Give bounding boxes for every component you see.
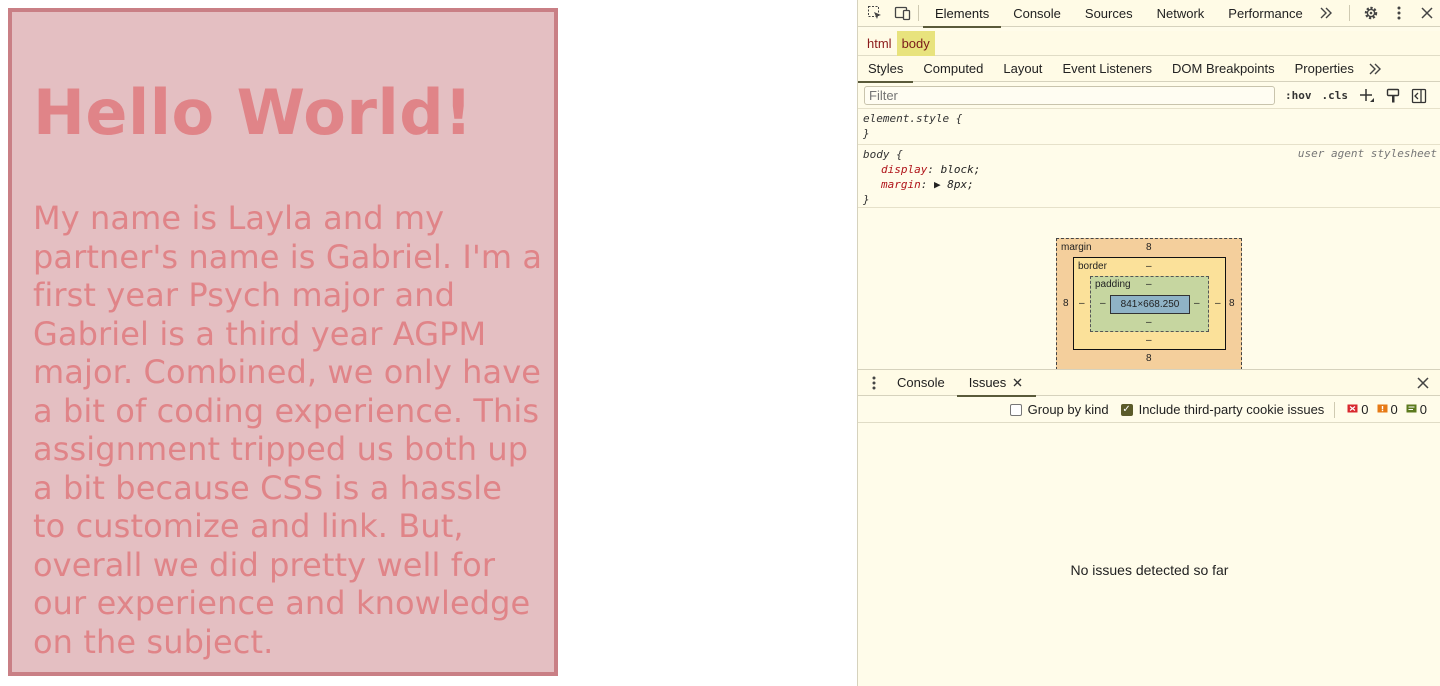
- border-right-value[interactable]: –: [1215, 298, 1221, 309]
- tab-event-listeners[interactable]: Event Listeners: [1052, 56, 1162, 82]
- padding-label: padding: [1095, 279, 1131, 290]
- close-devtools-icon[interactable]: [1416, 2, 1438, 24]
- rule-selector[interactable]: element.style {: [863, 111, 1436, 126]
- rule-source: user agent stylesheet: [1297, 147, 1437, 160]
- padding-right-value[interactable]: –: [1194, 298, 1200, 309]
- rule-close-brace: }: [863, 193, 870, 206]
- content-card: Hello World! My name is Layla and my par…: [8, 8, 558, 676]
- tab-performance[interactable]: Performance: [1216, 0, 1314, 27]
- box-model-border[interactable]: border – – – – padding – – – – 841×668.2…: [1073, 257, 1226, 350]
- empty-issues-message: No issues detected so far: [1070, 562, 1229, 578]
- styles-filter-input[interactable]: [864, 86, 1275, 105]
- body-style-rule: user agent stylesheet body { display: bl…: [858, 146, 1440, 208]
- padding-top-value[interactable]: –: [1146, 279, 1152, 290]
- toggle-sidebar-icon[interactable]: [1408, 85, 1430, 107]
- page-viewport: Hello World! My name is Layla and my par…: [0, 0, 857, 686]
- devtools-panel: Elements Console Sources Network Perform…: [857, 0, 1440, 686]
- box-model-margin[interactable]: margin 8 8 8 8 border – – – – padding – …: [1056, 238, 1242, 370]
- padding-bottom-value[interactable]: –: [1146, 317, 1152, 328]
- padding-left-value[interactable]: –: [1100, 298, 1106, 309]
- margin-bottom-value[interactable]: 8: [1146, 353, 1152, 364]
- page-heading: Hello World!: [33, 76, 473, 149]
- tab-elements[interactable]: Elements: [923, 0, 1002, 28]
- more-tabs-icon[interactable]: [1315, 2, 1337, 24]
- margin-left-value[interactable]: 8: [1063, 298, 1069, 309]
- breadcrumb: html body: [858, 30, 1440, 56]
- error-flag-icon: [1347, 404, 1358, 413]
- drawer-tab-issues[interactable]: Issues: [956, 369, 1037, 397]
- breadcrumb-body[interactable]: body: [896, 30, 935, 56]
- tab-styles[interactable]: Styles: [858, 56, 914, 83]
- inspect-element-icon[interactable]: [864, 2, 886, 24]
- settings-gear-icon[interactable]: [1360, 2, 1382, 24]
- drawer-tab-console[interactable]: Console: [885, 369, 957, 396]
- checkbox-checked-icon[interactable]: ✓: [1120, 403, 1133, 416]
- third-party-cookie-checkbox[interactable]: ✓ Include third-party cookie issues: [1120, 402, 1325, 417]
- border-label: border: [1078, 261, 1107, 272]
- tab-sources[interactable]: Sources: [1073, 0, 1145, 27]
- toolbar-divider: [1348, 5, 1350, 21]
- tab-dom-breakpoints[interactable]: DOM Breakpoints: [1162, 56, 1285, 82]
- property-name: display: [881, 163, 928, 176]
- box-model-padding[interactable]: padding – – – – 841×668.250: [1090, 276, 1209, 332]
- style-declaration[interactable]: display: block;: [863, 162, 1436, 177]
- error-count[interactable]: 0: [1347, 402, 1369, 417]
- new-rule-plus-icon[interactable]: [1356, 85, 1378, 107]
- page-paragraph: My name is Layla and my partner's name i…: [33, 199, 543, 661]
- property-value: ▶ 8px;: [934, 178, 974, 191]
- tab-computed[interactable]: Computed: [913, 56, 993, 82]
- box-model-diagram: margin 8 8 8 8 border – – – – padding – …: [1056, 238, 1242, 370]
- issues-toolbar: Group by kind ✓ Include third-party cook…: [858, 397, 1440, 423]
- warning-count[interactable]: 0: [1377, 402, 1398, 417]
- drawer-menu-icon[interactable]: [863, 372, 885, 394]
- class-toggle-button[interactable]: .cls: [1322, 89, 1349, 102]
- toolbar-divider: [918, 5, 919, 21]
- drawer-tab-issues-label: Issues: [968, 375, 1007, 390]
- group-by-kind-label: Group by kind: [1027, 402, 1109, 417]
- margin-label: margin: [1061, 242, 1092, 253]
- paint-brush-icon[interactable]: [1382, 85, 1404, 107]
- toolbar-divider: [1334, 401, 1336, 418]
- devtools-main-tabs: Elements Console Sources Network Perform…: [858, 0, 1440, 28]
- tab-network[interactable]: Network: [1145, 0, 1217, 27]
- breadcrumb-html[interactable]: html: [862, 34, 897, 53]
- element-style-rule: element.style { }: [858, 110, 1440, 145]
- rule-close-brace: }: [863, 127, 870, 140]
- border-bottom-value[interactable]: –: [1146, 335, 1152, 346]
- more-panes-icon[interactable]: [1364, 58, 1386, 80]
- info-count[interactable]: 0: [1406, 402, 1427, 417]
- drawer-tabs: Console Issues: [858, 369, 1440, 397]
- styles-toolbar: :hov .cls: [858, 83, 1440, 109]
- property-value: block;: [940, 163, 981, 176]
- device-toggle-icon[interactable]: [892, 2, 914, 24]
- checkbox-unchecked-icon[interactable]: [1009, 403, 1022, 416]
- sidebar-pane-tabs: Styles Computed Layout Event Listeners D…: [858, 56, 1440, 83]
- border-left-value[interactable]: –: [1079, 298, 1085, 309]
- group-by-kind-checkbox[interactable]: Group by kind: [1009, 402, 1109, 417]
- info-message-icon: [1406, 404, 1417, 413]
- box-model-content[interactable]: 841×668.250: [1110, 295, 1190, 314]
- kebab-menu-icon[interactable]: [1388, 2, 1410, 24]
- border-top-value[interactable]: –: [1146, 261, 1152, 272]
- margin-top-value[interactable]: 8: [1146, 242, 1152, 253]
- close-drawer-icon[interactable]: [1412, 372, 1434, 394]
- tab-properties[interactable]: Properties: [1285, 56, 1364, 82]
- style-declaration[interactable]: margin: ▶ 8px;: [863, 177, 1436, 192]
- margin-right-value[interactable]: 8: [1229, 298, 1235, 309]
- tab-console[interactable]: Console: [1001, 0, 1073, 27]
- warning-flag-icon: [1377, 404, 1388, 413]
- tab-layout[interactable]: Layout: [993, 56, 1052, 82]
- hover-state-button[interactable]: :hov: [1285, 89, 1312, 102]
- close-tab-icon[interactable]: [1010, 372, 1024, 394]
- property-name: margin: [881, 178, 921, 191]
- third-party-cookie-label: Include third-party cookie issues: [1138, 402, 1325, 417]
